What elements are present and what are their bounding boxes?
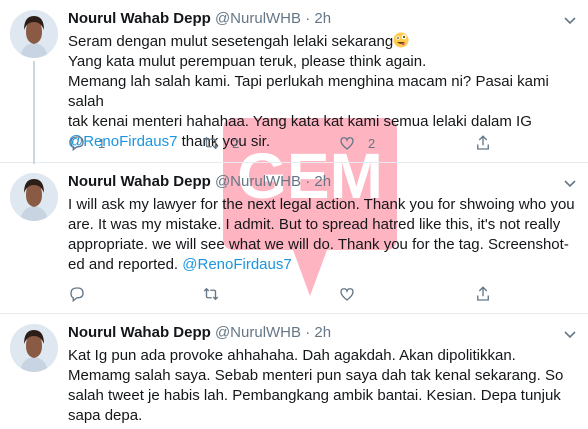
avatar[interactable] (10, 10, 58, 58)
username-handle[interactable]: @NurulWHB (215, 10, 301, 27)
like-icon (340, 137, 354, 150)
tweet-header: Nourul Wahab Depp @NurulWHB · 2h (68, 9, 331, 29)
tweet-2[interactable]: Nourul Wahab Depp @NurulWHB · 2h I will … (0, 163, 588, 314)
tweet-line: Kat Ig pun ada provoke ahhahaha. Dah aga… (68, 347, 516, 364)
separator-dot: · (305, 324, 311, 341)
avatar-image (10, 10, 58, 58)
reply-icon (70, 136, 84, 152)
mention-link[interactable]: @RenoFirdaus7 (182, 256, 291, 273)
username-handle[interactable]: @NurulWHB (215, 173, 301, 190)
separator-dot: · (305, 10, 311, 27)
avatar[interactable] (10, 173, 58, 221)
timestamp[interactable]: 2h (314, 173, 331, 190)
retweet-count: 2 (232, 135, 240, 151)
retweet-icon (203, 287, 219, 301)
caret-down-icon[interactable] (562, 175, 578, 191)
retweet-button[interactable] (202, 285, 220, 303)
share-button[interactable] (474, 285, 492, 303)
retweet-button[interactable]: 2 (202, 134, 239, 152)
reply-button[interactable]: 1 (68, 134, 105, 152)
tweet-header: Nourul Wahab Depp @NurulWHB · 2h (68, 323, 331, 343)
tweet-actions: 1 2 2 (68, 134, 568, 154)
tweet-text: I will ask my lawyer for the next legal … (68, 195, 580, 275)
share-icon (477, 286, 489, 301)
zany-face-emoji (393, 32, 409, 48)
tweet-line: ed and reported. (68, 256, 183, 273)
timestamp[interactable]: 2h (314, 10, 331, 27)
tweet-1[interactable]: Nourul Wahab Depp @NurulWHB · 2h Seram d… (0, 0, 588, 164)
tweet-line: Memamg salah saya. Sebab menteri pun say… (68, 367, 564, 384)
separator-dot: · (305, 173, 311, 190)
retweet-icon (203, 136, 219, 150)
display-name[interactable]: Nourul Wahab Depp (68, 173, 211, 190)
avatar[interactable] (10, 324, 58, 372)
avatar-image (10, 324, 58, 372)
thread-connector-line (33, 61, 35, 164)
caret-down-icon[interactable] (562, 12, 578, 28)
like-count: 2 (368, 135, 376, 151)
tweet-line: appropriate. we will see what we will do… (68, 236, 569, 253)
like-button[interactable] (338, 285, 356, 303)
like-icon (340, 288, 354, 301)
tweet-line: sapa depa. (68, 407, 143, 424)
tweet-line: Memang lah salah kami. Tapi perlukah men… (68, 73, 549, 110)
tweet-line: tak kenai menteri hahahaa. Yang kata kat… (68, 113, 532, 130)
tweet-line: Seram dengan mulut sesetengah lelaki sek… (68, 33, 394, 50)
username-handle[interactable]: @NurulWHB (215, 324, 301, 341)
tweet-text: Kat Ig pun ada provoke ahhahaha. Dah aga… (68, 346, 580, 426)
timestamp[interactable]: 2h (314, 324, 331, 341)
tweet-line: are. It was my mistake. I admit. But to … (68, 216, 561, 233)
share-button[interactable] (474, 134, 492, 152)
display-name[interactable]: Nourul Wahab Depp (68, 324, 211, 341)
avatar-image (10, 173, 58, 221)
display-name[interactable]: Nourul Wahab Depp (68, 10, 211, 27)
reply-count: 1 (98, 135, 106, 151)
tweet-line: I will ask my lawyer for the next legal … (68, 196, 575, 213)
reply-icon (70, 287, 84, 303)
tweet-header: Nourul Wahab Depp @NurulWHB · 2h (68, 172, 331, 192)
tweet-actions (68, 285, 568, 305)
tweet-line: salah tweet je habis lah. Pembangkang am… (68, 387, 561, 404)
reply-button[interactable] (68, 285, 86, 303)
like-button[interactable]: 2 (338, 134, 375, 152)
share-icon (477, 135, 489, 150)
tweet-3[interactable]: Nourul Wahab Depp @NurulWHB · 2h Kat Ig … (0, 314, 588, 429)
caret-down-icon[interactable] (562, 326, 578, 342)
tweet-line: Yang kata mulut perempuan teruk, please … (68, 53, 427, 70)
